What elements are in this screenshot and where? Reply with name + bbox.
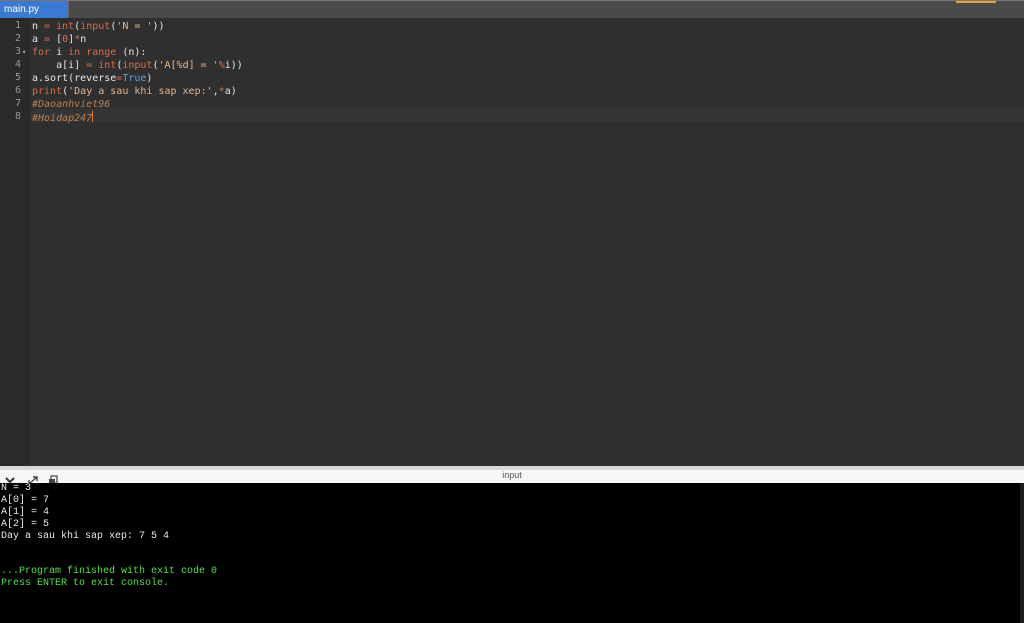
code-line[interactable]: a = [0]*n xyxy=(32,33,86,46)
code-token: )) xyxy=(152,21,165,32)
code-token: i xyxy=(50,47,69,58)
console-output[interactable]: N = 3 A[0] = 7 A[1] = 4 A[2] = 5 Day a sau k… xyxy=(0,483,1024,623)
tab-divider xyxy=(68,1,69,19)
code-line[interactable]: a[i] = int(input('A[%d] = '%i)) xyxy=(32,59,243,72)
code-line[interactable]: #Hoidap247 xyxy=(32,111,94,124)
code-token: range xyxy=(86,47,117,58)
line-number: 7 xyxy=(14,98,21,109)
code-token: ) xyxy=(146,73,153,84)
code-token: (n): xyxy=(116,47,147,58)
code-token: [ xyxy=(50,34,63,45)
code-token: a xyxy=(32,34,45,45)
console-title: input xyxy=(502,470,522,480)
code-token: input xyxy=(122,60,153,71)
console-output-line: Day a sau khi sap xep: 7 5 4 xyxy=(1,531,170,542)
active-line-highlight xyxy=(30,109,1024,122)
code-token: for xyxy=(32,47,51,58)
line-number: 2 xyxy=(14,33,21,44)
console-status-line: ...Program finished with exit code 0 xyxy=(1,566,218,577)
code-token: 'Day a sau khi sap xep:' xyxy=(68,86,213,97)
code-token: 'N = ' xyxy=(116,21,153,32)
code-line[interactable]: a.sort(reverse=True) xyxy=(32,72,152,85)
code-token: a[i] xyxy=(32,60,87,71)
console-status-line: Press ENTER to exit console. xyxy=(1,578,170,589)
code-editor[interactable]: 1 2 3 4 5 6 7 8 ▾ n = int(input('N = ')) a = [0]*… xyxy=(0,18,1024,466)
console-output-line: A[2] = 5 xyxy=(1,519,50,530)
line-number: 8 xyxy=(14,111,21,122)
code-token: i)) xyxy=(224,60,243,71)
text-cursor xyxy=(92,111,94,122)
code-line[interactable]: for i in range (n): xyxy=(32,46,146,59)
code-token: in xyxy=(68,47,81,58)
console-scrollbar[interactable] xyxy=(1020,483,1024,623)
line-number-gutter: 1 2 3 4 5 6 7 8 ▾ xyxy=(0,18,30,466)
code-token: a.sort(reverse xyxy=(32,73,117,84)
code-token: True xyxy=(122,73,147,84)
code-token: print xyxy=(32,86,63,97)
tab-main-py[interactable]: main.py xyxy=(0,1,68,19)
tab-bar: main.py xyxy=(0,0,1024,19)
code-line[interactable]: n = int(input('N = ')) xyxy=(32,20,165,33)
code-token: n xyxy=(32,21,45,32)
accent-bar xyxy=(956,1,996,3)
code-token: a) xyxy=(224,86,237,97)
line-number: 5 xyxy=(14,72,21,83)
code-line[interactable]: #Daoanhviet96 xyxy=(32,98,110,111)
code-line[interactable]: print('Day a sau khi sap xep:',*a) xyxy=(32,85,237,98)
line-number: 1 xyxy=(14,20,21,31)
console-header: input xyxy=(0,470,1024,485)
code-token: int xyxy=(98,60,117,71)
console-output-line: A[0] = 7 xyxy=(1,495,50,506)
line-number: 4 xyxy=(14,59,21,70)
console-output-line: A[1] = 4 xyxy=(1,507,50,518)
line-number: 3 xyxy=(14,46,21,57)
code-token: #Hoidap247 xyxy=(32,113,93,124)
code-token: n xyxy=(80,34,87,45)
code-token: int xyxy=(56,21,75,32)
code-token: #Daoanhviet96 xyxy=(32,99,111,110)
fold-arrow-icon[interactable]: ▾ xyxy=(22,48,26,56)
line-number: 6 xyxy=(14,85,21,96)
console-output-line: N = 3 xyxy=(1,483,32,494)
code-token: input xyxy=(80,21,111,32)
code-token: 'A[%d] = ' xyxy=(158,60,219,71)
